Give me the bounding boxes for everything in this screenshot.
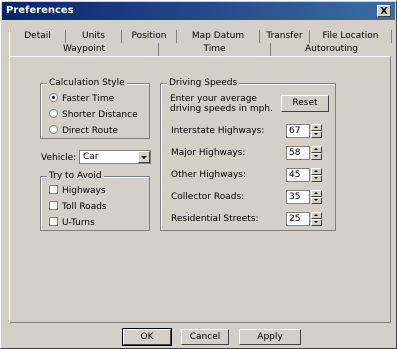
tab-row-bottom: Waypoint Time Autorouting: [9, 43, 393, 56]
spin-down-icon[interactable]: [311, 175, 322, 182]
speed-spinner-major[interactable]: [311, 146, 322, 160]
radio-button[interactable]: [49, 125, 58, 134]
reset-button[interactable]: Reset: [281, 95, 329, 112]
radio-faster-time[interactable]: Faster Time: [49, 93, 114, 105]
speed-input-major[interactable]: 58: [286, 146, 310, 160]
calculation-style-group: Calculation Style Faster Time Shorter Di…: [40, 77, 150, 139]
speed-input-other[interactable]: 45: [286, 168, 310, 182]
driving-speeds-group: Driving Speeds Enter your average drivin…: [160, 77, 336, 231]
radio-shorter-distance[interactable]: Shorter Distance: [49, 109, 138, 121]
tab-autorouting[interactable]: Autorouting: [271, 43, 392, 56]
driving-speeds-instructions: Enter your average driving speeds in mph…: [170, 94, 273, 114]
radio-direct-route[interactable]: Direct Route: [49, 125, 118, 137]
speed-input-residential[interactable]: 25: [286, 212, 310, 226]
checkbox-label: Toll Roads: [62, 202, 107, 212]
checkbox[interactable]: [49, 201, 58, 210]
close-button[interactable]: X: [377, 5, 391, 17]
driving-speeds-title: Driving Speeds: [167, 77, 240, 89]
speed-label-collector: Collector Roads:: [171, 192, 245, 202]
tab-detail[interactable]: Detail: [9, 30, 66, 43]
window-title: Preferences: [6, 5, 74, 16]
apply-button[interactable]: Apply: [239, 329, 301, 345]
checkbox-label: Highways: [62, 186, 106, 196]
radio-label: Shorter Distance: [62, 110, 138, 120]
spin-up-icon[interactable]: [311, 124, 322, 131]
tab-map-datum[interactable]: Map Datum: [177, 30, 260, 43]
tab-transfer[interactable]: Transfer: [260, 30, 310, 43]
speed-label-other: Other Highways:: [171, 170, 247, 180]
autorouting-panel: Calculation Style Faster Time Shorter Di…: [9, 56, 391, 323]
vehicle-label: Vehicle:: [41, 153, 77, 163]
tab-waypoint[interactable]: Waypoint: [9, 43, 159, 56]
speed-input-interstate[interactable]: 67: [286, 124, 310, 138]
radio-label: Faster Time: [62, 94, 115, 104]
chevron-down-icon[interactable]: [138, 151, 150, 163]
checkbox-toll-roads[interactable]: Toll Roads: [49, 201, 107, 213]
spin-up-icon[interactable]: [311, 212, 322, 219]
speed-input-collector[interactable]: 35: [286, 190, 310, 204]
calculation-style-title: Calculation Style: [47, 77, 127, 89]
speed-label-residential: Residential Streets:: [171, 214, 259, 224]
radio-button-checked[interactable]: [49, 93, 58, 102]
spin-down-icon[interactable]: [311, 153, 322, 160]
tab-row-top: Detail Units Position Map Datum Transfer…: [9, 30, 393, 43]
vehicle-select[interactable]: Car: [79, 150, 151, 164]
title-bar[interactable]: Preferences X: [2, 2, 395, 20]
try-to-avoid-title: Try to Avoid: [47, 170, 104, 182]
checkbox-label: U-Turns: [62, 218, 95, 228]
speed-spinner-interstate[interactable]: [311, 124, 322, 138]
spin-down-icon[interactable]: [311, 131, 322, 138]
speed-spinner-other[interactable]: [311, 168, 322, 182]
checkbox-u-turns[interactable]: U-Turns: [49, 217, 95, 229]
cancel-button[interactable]: Cancel: [181, 329, 229, 345]
speed-spinner-residential[interactable]: [311, 212, 322, 226]
speed-label-major: Major Highways:: [171, 148, 246, 158]
vehicle-value: Car: [83, 152, 99, 162]
preferences-dialog: Preferences X Detail Units Position Map …: [0, 0, 397, 349]
tab-units[interactable]: Units: [66, 30, 122, 43]
ok-button[interactable]: OK: [122, 328, 172, 346]
speed-label-interstate: Interstate Highways:: [171, 126, 265, 136]
tab-position[interactable]: Position: [122, 30, 177, 43]
spin-up-icon[interactable]: [311, 168, 322, 175]
tab-time[interactable]: Time: [159, 43, 271, 56]
spin-down-icon[interactable]: [311, 197, 322, 204]
spin-up-icon[interactable]: [311, 190, 322, 197]
checkbox[interactable]: [49, 217, 58, 226]
speed-spinner-collector[interactable]: [311, 190, 322, 204]
radio-label: Direct Route: [62, 126, 118, 136]
checkbox[interactable]: [49, 185, 58, 194]
spin-down-icon[interactable]: [311, 219, 322, 226]
checkbox-highways[interactable]: Highways: [49, 185, 106, 197]
radio-button[interactable]: [49, 109, 58, 118]
spin-up-icon[interactable]: [311, 146, 322, 153]
tab-file-location[interactable]: File Location: [310, 30, 392, 43]
try-to-avoid-group: Try to Avoid Highways Toll Roads U-Turns: [40, 170, 150, 231]
